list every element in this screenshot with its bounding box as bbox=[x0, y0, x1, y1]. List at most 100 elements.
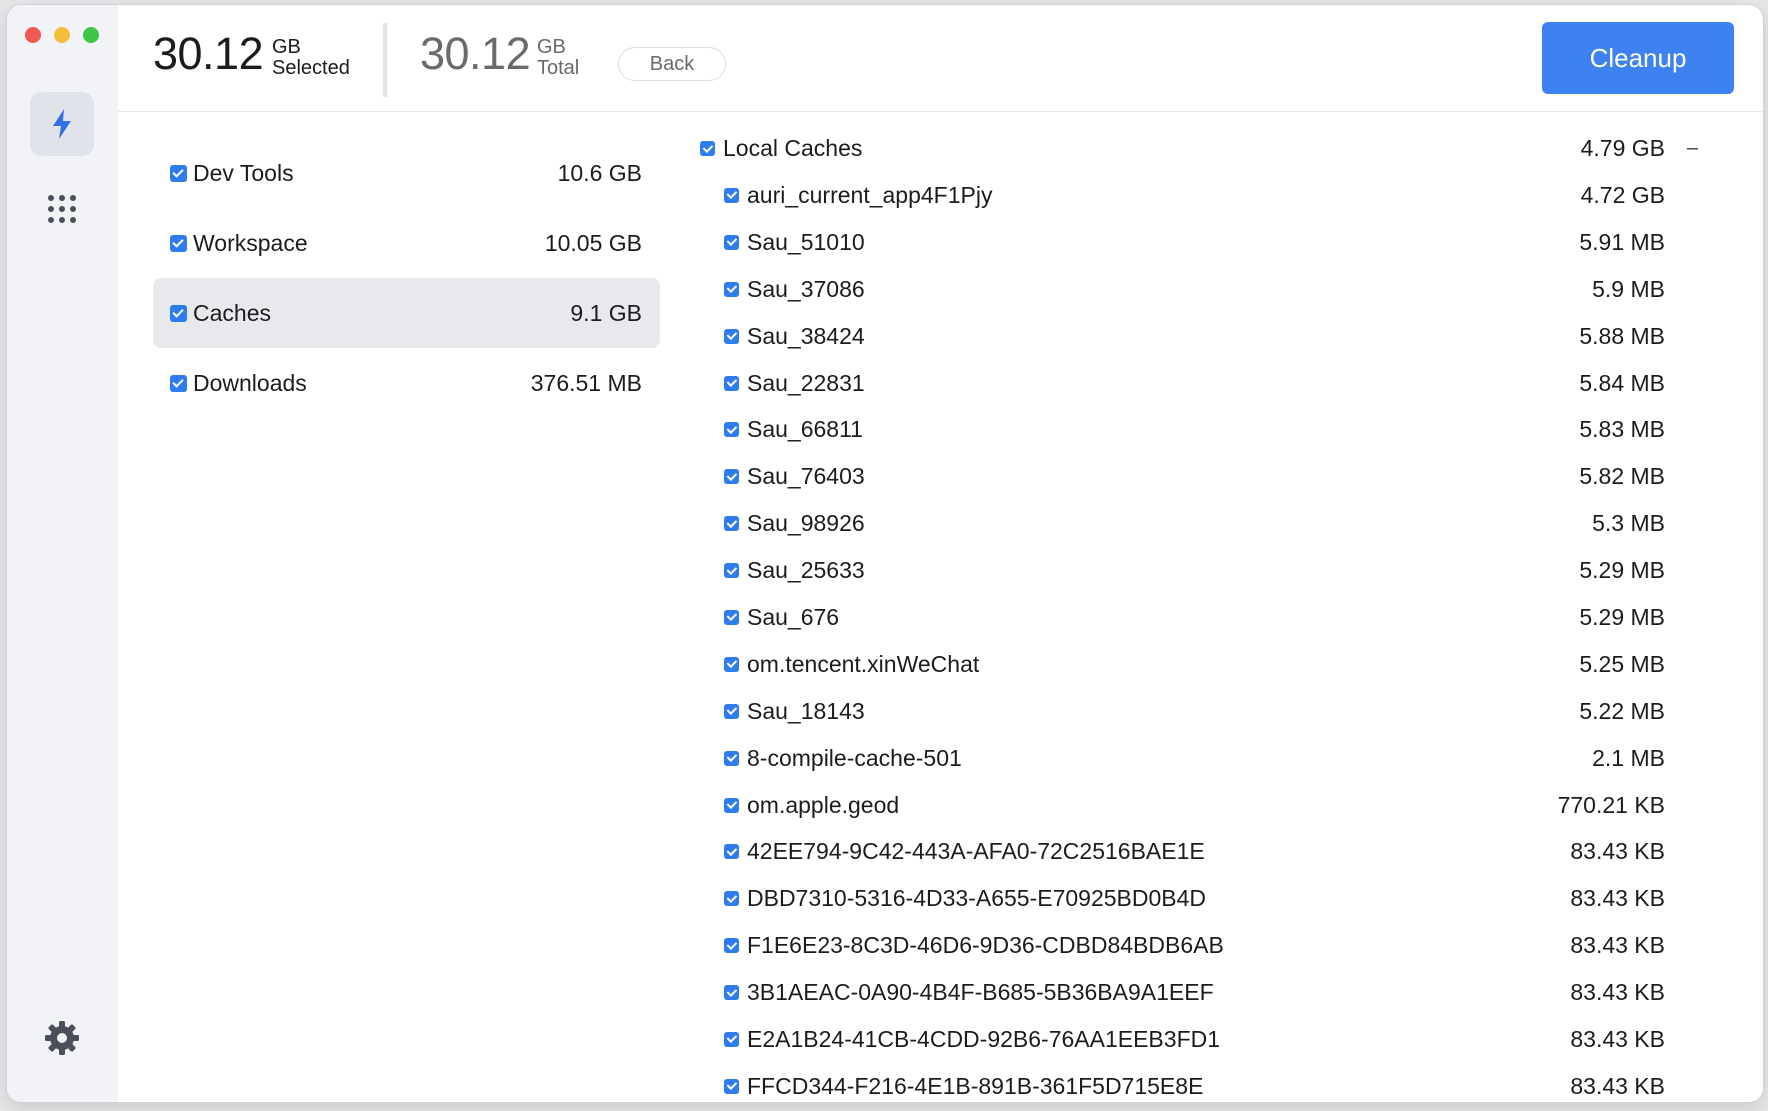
file-row[interactable]: Sau_22831 5.84 MB bbox=[700, 360, 1700, 407]
cleanup-button[interactable]: Cleanup bbox=[1542, 22, 1734, 94]
file-checkbox[interactable] bbox=[724, 1078, 739, 1094]
file-checkbox[interactable] bbox=[724, 187, 739, 203]
file-checkbox[interactable] bbox=[724, 703, 739, 719]
file-row[interactable]: auri_current_app4F1Pjy 4.72 GB bbox=[700, 172, 1700, 219]
collapse-toggle[interactable]: – bbox=[1687, 137, 1698, 160]
category-list: Dev Tools 10.6 GB Workspace 10.05 GB Caches 9… bbox=[153, 138, 660, 418]
file-row[interactable]: Sau_66811 5.83 MB bbox=[700, 406, 1700, 453]
file-row[interactable]: 8-compile-cache-501 2.1 MB bbox=[700, 735, 1700, 782]
selected-size-unit: GB bbox=[272, 36, 301, 58]
file-checkbox[interactable] bbox=[724, 891, 739, 907]
file-checkbox[interactable] bbox=[724, 422, 739, 438]
file-checkbox[interactable] bbox=[724, 656, 739, 672]
sidebar-item-settings[interactable] bbox=[30, 1006, 94, 1070]
file-name: F1E6E23-8C3D-46D6-9D36-CDBD84BDB6AB bbox=[747, 932, 1224, 959]
total-size-unit: GB bbox=[537, 36, 566, 58]
file-checkbox[interactable] bbox=[724, 281, 739, 297]
file-size: 5.29 MB bbox=[1579, 603, 1665, 630]
file-row[interactable]: Sau_76403 5.82 MB bbox=[700, 453, 1700, 500]
file-row[interactable]: Sau_18143 5.22 MB bbox=[700, 688, 1700, 735]
file-checkbox[interactable] bbox=[724, 609, 739, 625]
file-row[interactable]: Sau_51010 5.91 MB bbox=[700, 219, 1700, 266]
category-size: 376.51 MB bbox=[530, 369, 642, 396]
file-checkbox[interactable] bbox=[724, 1031, 739, 1047]
file-checkbox[interactable] bbox=[724, 328, 739, 344]
category-checkbox[interactable] bbox=[170, 374, 187, 392]
file-row[interactable]: FFCD344-F216-4E1B-891B-361F5D715E8E 83.43… bbox=[700, 1063, 1700, 1102]
file-size: 770.21 KB bbox=[1557, 791, 1665, 818]
category-checkbox[interactable] bbox=[170, 164, 187, 182]
file-name: Sau_98926 bbox=[747, 510, 865, 537]
file-size: 5.91 MB bbox=[1579, 228, 1665, 255]
group-checkbox[interactable] bbox=[700, 141, 715, 156]
file-size: 5.88 MB bbox=[1579, 322, 1665, 349]
file-name: Sau_38424 bbox=[747, 322, 865, 349]
file-checkbox[interactable] bbox=[724, 797, 739, 813]
app-window: 30.12 GB Selected 30.12 GB Total Back Cl… bbox=[7, 5, 1763, 1102]
file-checkbox[interactable] bbox=[724, 844, 739, 860]
file-name: 42EE794-9C42-443A-AFA0-72C2516BAE1E bbox=[747, 838, 1205, 865]
file-size: 5.83 MB bbox=[1579, 416, 1665, 443]
grid-dots-icon bbox=[48, 195, 76, 223]
file-name: Sau_37086 bbox=[747, 275, 865, 302]
file-name: E2A1B24-41CB-4CDD-92B6-76AA1EEB3FD1 bbox=[747, 1025, 1221, 1052]
file-size: 5.22 MB bbox=[1579, 697, 1665, 724]
sidebar-item-apps[interactable] bbox=[30, 177, 94, 241]
file-name: DBD7310-5316-4D33-A655-E70925BD0B4D bbox=[747, 885, 1207, 912]
file-name: 8-compile-cache-501 bbox=[747, 744, 962, 771]
selected-size-caption: GB Selected bbox=[272, 37, 350, 79]
file-name: Sau_676 bbox=[747, 603, 840, 630]
file-row[interactable]: DBD7310-5316-4D33-A655-E70925BD0B4D 83.43… bbox=[700, 875, 1700, 922]
file-checkbox[interactable] bbox=[724, 985, 739, 1001]
file-size: 83.43 KB bbox=[1570, 1025, 1665, 1052]
file-size: 83.43 KB bbox=[1570, 979, 1665, 1006]
file-size: 5.84 MB bbox=[1579, 369, 1665, 396]
category-name: Downloads bbox=[193, 369, 307, 396]
file-name: Sau_18143 bbox=[747, 697, 865, 724]
file-checkbox[interactable] bbox=[724, 563, 739, 579]
file-row[interactable]: Sau_98926 5.3 MB bbox=[700, 500, 1700, 547]
header-bar: 30.12 GB Selected 30.12 GB Total Back Cl… bbox=[118, 5, 1763, 112]
total-size-label: Total bbox=[537, 57, 580, 79]
file-name: 3B1AEAC-0A90-4B4F-B685-5B36BA9A1EEF bbox=[747, 979, 1214, 1006]
file-row[interactable]: Sau_25633 5.29 MB bbox=[700, 547, 1700, 594]
gear-icon bbox=[45, 1021, 79, 1055]
file-name: Sau_22831 bbox=[747, 369, 865, 396]
category-checkbox[interactable] bbox=[170, 234, 187, 252]
file-name: Sau_51010 bbox=[747, 228, 865, 255]
file-row[interactable]: Sau_676 5.29 MB bbox=[700, 594, 1700, 641]
category-name: Workspace bbox=[193, 229, 308, 256]
file-checkbox[interactable] bbox=[724, 234, 739, 250]
file-checkbox[interactable] bbox=[724, 516, 739, 532]
file-name: om.apple.geod bbox=[747, 791, 900, 818]
category-size: 9.1 GB bbox=[570, 299, 642, 326]
category-name: Caches bbox=[193, 299, 271, 326]
file-checkbox[interactable] bbox=[724, 938, 739, 954]
file-row[interactable]: om.tencent.xinWeChat 5.25 MB bbox=[700, 641, 1700, 688]
file-checkbox[interactable] bbox=[724, 469, 739, 485]
file-row[interactable]: om.apple.geod 770.21 KB bbox=[700, 782, 1700, 829]
file-row[interactable]: Sau_38424 5.88 MB bbox=[700, 313, 1700, 360]
category-item[interactable]: Dev Tools 10.6 GB bbox=[153, 138, 660, 208]
back-button[interactable]: Back bbox=[618, 47, 726, 81]
file-row[interactable]: F1E6E23-8C3D-46D6-9D36-CDBD84BDB6AB 83.43… bbox=[700, 922, 1700, 969]
file-row[interactable]: 3B1AEAC-0A90-4B4F-B685-5B36BA9A1EEF 83.43… bbox=[700, 969, 1700, 1016]
category-checkbox[interactable] bbox=[170, 304, 187, 322]
file-row[interactable]: Sau_37086 5.9 MB bbox=[700, 266, 1700, 313]
close-window-button[interactable] bbox=[25, 27, 41, 43]
file-size: 5.82 MB bbox=[1579, 463, 1665, 490]
category-item[interactable]: Downloads 376.51 MB bbox=[153, 348, 660, 418]
category-item[interactable]: Workspace 10.05 GB bbox=[153, 208, 660, 278]
file-row[interactable]: E2A1B24-41CB-4CDD-92B6-76AA1EEB3FD1 83.43… bbox=[700, 1016, 1700, 1063]
sidebar-item-boost[interactable] bbox=[30, 92, 94, 156]
file-size: 83.43 KB bbox=[1570, 932, 1665, 959]
sidebar bbox=[7, 5, 118, 1102]
file-list: Local Caches 4.79 GB – auri_current_app4… bbox=[700, 125, 1700, 1102]
file-checkbox[interactable] bbox=[724, 375, 739, 391]
file-checkbox[interactable] bbox=[724, 750, 739, 766]
zoom-window-button[interactable] bbox=[83, 27, 99, 43]
minimize-window-button[interactable] bbox=[54, 27, 70, 43]
file-row[interactable]: 42EE794-9C42-443A-AFA0-72C2516BAE1E 83.43… bbox=[700, 828, 1700, 875]
category-item[interactable]: Caches 9.1 GB bbox=[153, 278, 660, 348]
group-name: Local Caches bbox=[723, 135, 863, 161]
